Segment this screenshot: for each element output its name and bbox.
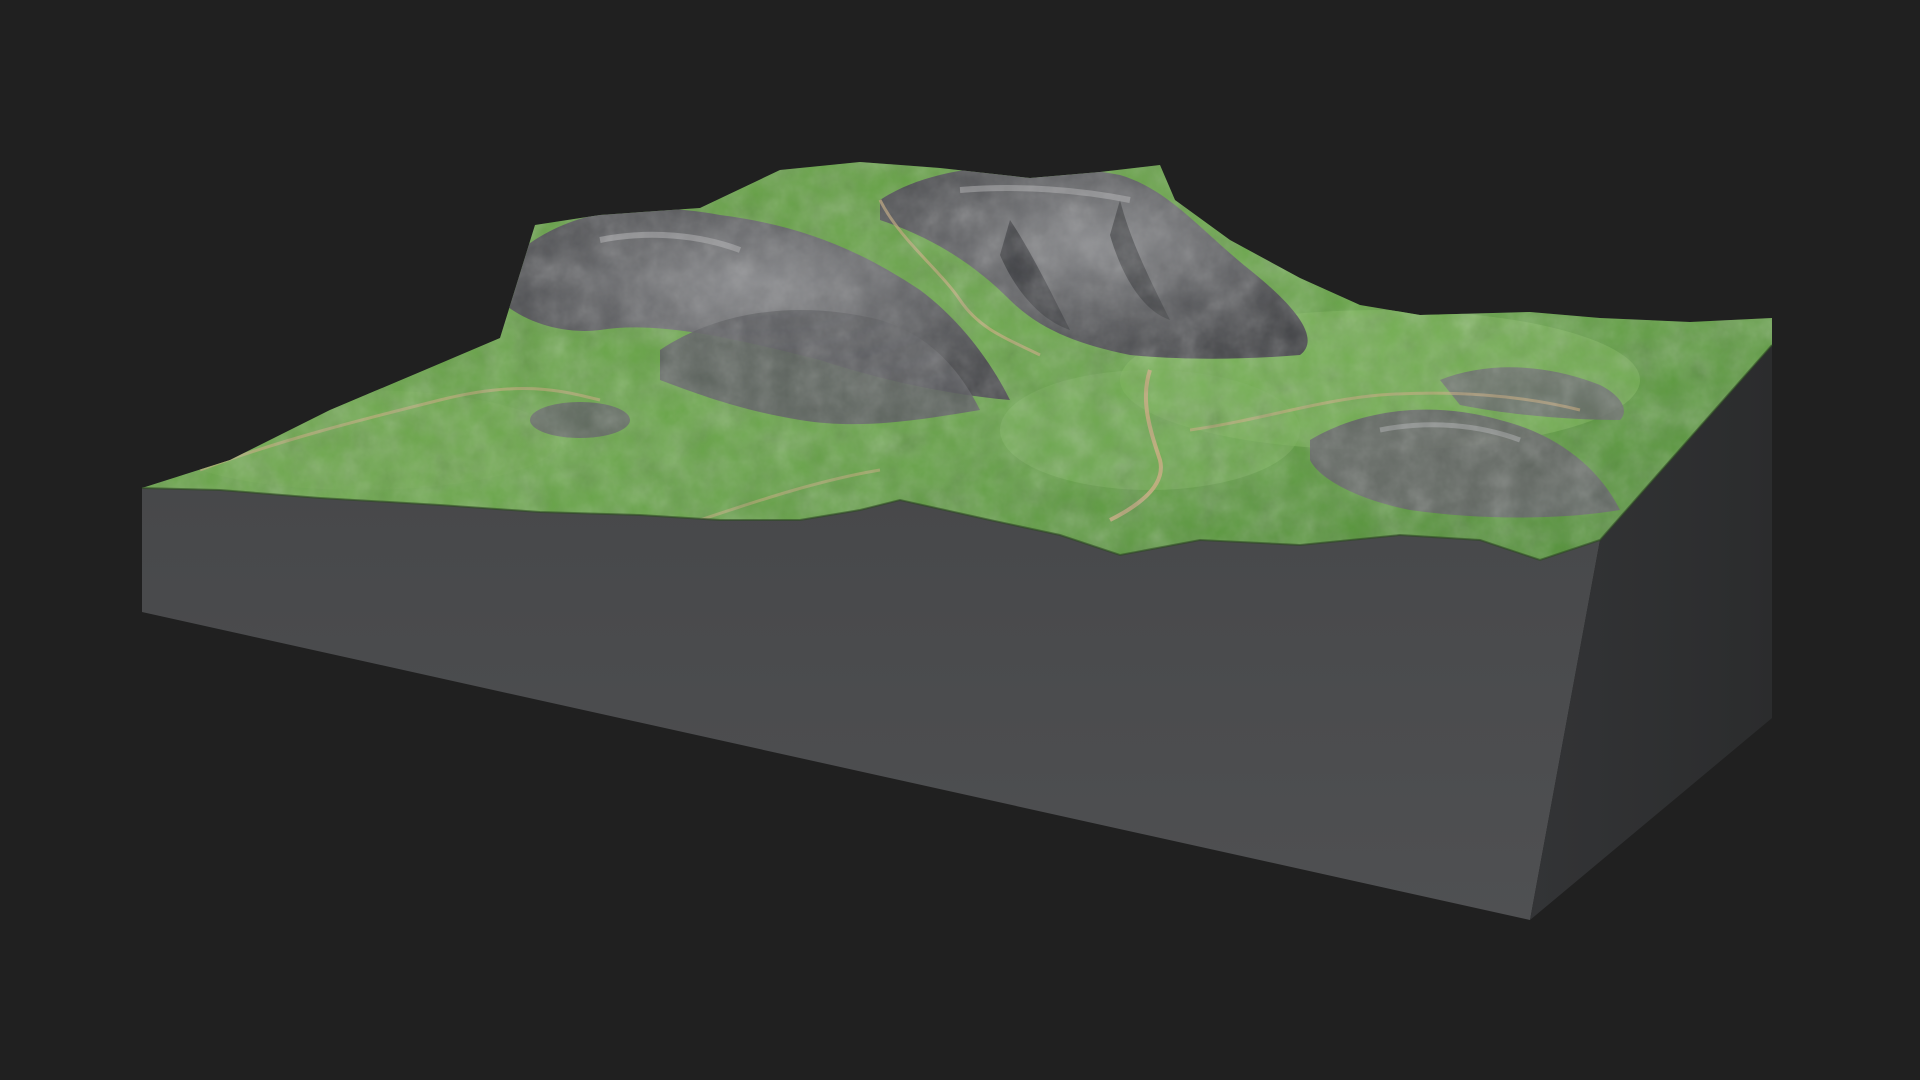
render-viewport[interactable] — [0, 0, 1920, 1080]
terrain-block-render — [141, 162, 1773, 920]
block-front-face — [142, 488, 1600, 920]
